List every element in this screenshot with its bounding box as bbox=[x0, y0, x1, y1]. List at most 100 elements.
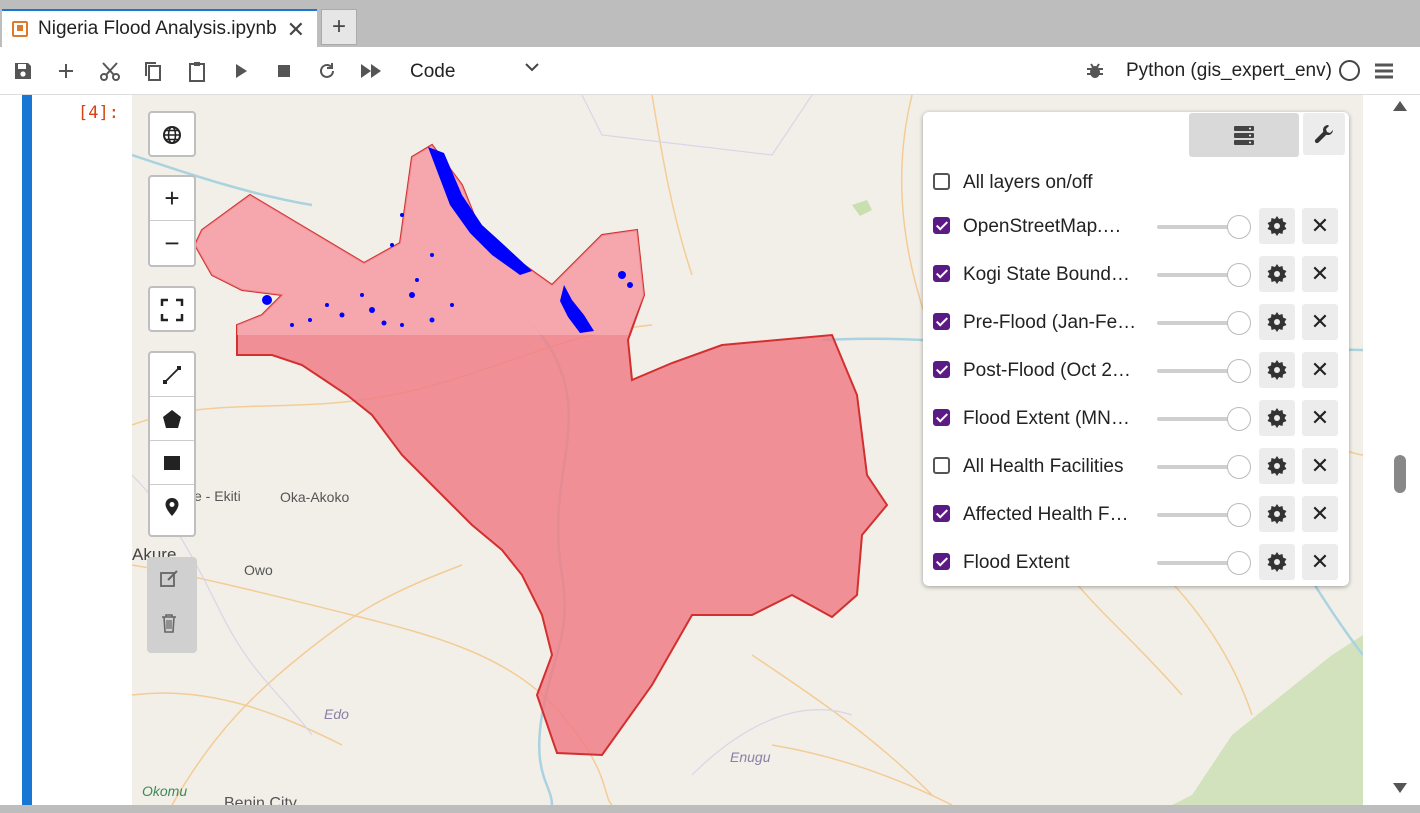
layer-visibility-checkbox[interactable] bbox=[933, 361, 950, 378]
fullscreen-icon[interactable] bbox=[150, 288, 194, 332]
layer-name: Pre-Flood (Jan-Fe… bbox=[963, 312, 1137, 333]
horizontal-scrollbar[interactable] bbox=[0, 805, 1420, 813]
run-all-icon[interactable] bbox=[357, 57, 385, 85]
layer-visibility-checkbox[interactable] bbox=[933, 505, 950, 522]
delete-layers-icon[interactable] bbox=[147, 601, 191, 645]
zoom-in-button[interactable]: + bbox=[150, 177, 194, 221]
layer-settings-button[interactable] bbox=[1259, 448, 1295, 484]
gear-icon bbox=[1267, 264, 1287, 284]
layer-settings-button[interactable] bbox=[1259, 544, 1295, 580]
place-label: Oka-Akoko bbox=[280, 489, 350, 505]
active-cell-indicator bbox=[22, 95, 32, 805]
notebook-tab[interactable]: Nigeria Flood Analysis.ipynb ✕ bbox=[2, 9, 317, 47]
draw-toolbar bbox=[148, 351, 196, 537]
layer-settings-button[interactable] bbox=[1259, 352, 1295, 388]
stop-icon[interactable] bbox=[270, 57, 298, 85]
remove-layer-button[interactable]: ✕ bbox=[1302, 544, 1338, 580]
paste-icon[interactable] bbox=[183, 57, 211, 85]
layer-row: OpenStreetMap.… ✕ bbox=[923, 206, 1349, 246]
layer-name: Kogi State Bound… bbox=[963, 264, 1130, 285]
all-layers-label: All layers on/off bbox=[963, 172, 1093, 193]
cut-icon[interactable] bbox=[96, 57, 124, 85]
server-icon bbox=[1234, 126, 1254, 145]
opacity-slider-handle[interactable] bbox=[1227, 551, 1251, 575]
zoom-out-button[interactable]: − bbox=[150, 221, 194, 265]
layer-visibility-checkbox[interactable] bbox=[933, 313, 950, 330]
layer-visibility-checkbox[interactable] bbox=[933, 265, 950, 282]
remove-layer-button[interactable]: ✕ bbox=[1302, 352, 1338, 388]
layer-settings-button[interactable] bbox=[1259, 496, 1295, 532]
remove-layer-button[interactable]: ✕ bbox=[1302, 448, 1338, 484]
kernel-name[interactable]: Python (gis_expert_env) bbox=[1126, 60, 1332, 82]
place-label: e - Ekiti bbox=[194, 488, 241, 504]
layer-visibility-checkbox[interactable] bbox=[933, 457, 950, 474]
close-tab-icon[interactable]: ✕ bbox=[287, 17, 305, 43]
remove-layer-button[interactable]: ✕ bbox=[1302, 256, 1338, 292]
insert-cell-icon[interactable] bbox=[52, 57, 80, 85]
opacity-slider[interactable] bbox=[1157, 225, 1237, 229]
draw-marker-icon[interactable] bbox=[150, 485, 194, 529]
draw-polygon-icon[interactable] bbox=[150, 397, 194, 441]
globe-icon[interactable] bbox=[150, 113, 194, 157]
remove-layer-button[interactable]: ✕ bbox=[1302, 208, 1338, 244]
remove-layer-button[interactable]: ✕ bbox=[1302, 400, 1338, 436]
opacity-slider[interactable] bbox=[1157, 321, 1237, 325]
remove-layer-button[interactable]: ✕ bbox=[1302, 496, 1338, 532]
opacity-slider[interactable] bbox=[1157, 273, 1237, 277]
tab-bar: Nigeria Flood Analysis.ipynb ✕ + bbox=[0, 0, 1420, 47]
opacity-slider-handle[interactable] bbox=[1227, 311, 1251, 335]
scroll-down-icon[interactable] bbox=[1393, 783, 1407, 793]
all-layers-checkbox[interactable] bbox=[933, 173, 950, 190]
layer-name: All Health Facilities bbox=[963, 456, 1124, 477]
scrollbar-thumb[interactable] bbox=[1394, 455, 1406, 493]
gear-icon bbox=[1267, 504, 1287, 524]
place-label: Benin City bbox=[224, 795, 297, 805]
cell-type-dropdown[interactable]: Code bbox=[410, 59, 540, 85]
vertical-scrollbar[interactable] bbox=[1390, 95, 1410, 805]
fullscreen-control[interactable] bbox=[148, 286, 196, 332]
layer-settings-button[interactable] bbox=[1259, 400, 1295, 436]
debugger-icon[interactable] bbox=[1081, 57, 1109, 85]
opacity-slider[interactable] bbox=[1157, 513, 1237, 517]
basemap-control[interactable] bbox=[148, 111, 196, 157]
opacity-slider-handle[interactable] bbox=[1227, 503, 1251, 527]
opacity-slider-handle[interactable] bbox=[1227, 359, 1251, 383]
opacity-slider[interactable] bbox=[1157, 465, 1237, 469]
gear-icon bbox=[1267, 456, 1287, 476]
kernel-status-icon bbox=[1339, 60, 1360, 81]
layer-visibility-checkbox[interactable] bbox=[933, 217, 950, 234]
layer-settings-button[interactable] bbox=[1259, 256, 1295, 292]
new-tab-button[interactable]: + bbox=[321, 9, 357, 45]
remove-layer-button[interactable]: ✕ bbox=[1302, 304, 1338, 340]
layer-visibility-checkbox[interactable] bbox=[933, 553, 950, 570]
layer-settings-button[interactable] bbox=[1259, 304, 1295, 340]
edit-layers-icon[interactable] bbox=[147, 557, 191, 601]
layer-name: Flood Extent bbox=[963, 552, 1070, 573]
draw-polyline-icon[interactable] bbox=[150, 353, 194, 397]
run-icon[interactable] bbox=[227, 57, 255, 85]
layer-settings-button[interactable] bbox=[1259, 208, 1295, 244]
restart-icon[interactable] bbox=[313, 57, 341, 85]
gear-icon bbox=[1267, 552, 1287, 572]
opacity-slider-handle[interactable] bbox=[1227, 263, 1251, 287]
all-layers-row[interactable]: All layers on/off bbox=[923, 162, 1349, 202]
cell-prompt: [4]: bbox=[78, 103, 119, 123]
layer-row: Post-Flood (Oct 2… ✕ bbox=[923, 350, 1349, 390]
save-icon[interactable] bbox=[9, 57, 37, 85]
opacity-slider[interactable] bbox=[1157, 369, 1237, 373]
opacity-slider-handle[interactable] bbox=[1227, 407, 1251, 431]
opacity-slider-handle[interactable] bbox=[1227, 215, 1251, 239]
opacity-slider[interactable] bbox=[1157, 561, 1237, 565]
opacity-slider-handle[interactable] bbox=[1227, 455, 1251, 479]
draw-rectangle-icon[interactable] bbox=[150, 441, 194, 485]
scroll-up-icon[interactable] bbox=[1393, 101, 1407, 111]
opacity-slider[interactable] bbox=[1157, 417, 1237, 421]
menu-icon[interactable] bbox=[1370, 57, 1398, 85]
cell-type-value: Code bbox=[410, 61, 456, 82]
chevron-down-icon bbox=[524, 59, 540, 80]
copy-icon[interactable] bbox=[139, 57, 167, 85]
tab-title: Nigeria Flood Analysis.ipynb bbox=[38, 18, 277, 39]
wrench-button[interactable] bbox=[1303, 113, 1345, 155]
layers-toggle-button[interactable] bbox=[1189, 113, 1299, 157]
layer-visibility-checkbox[interactable] bbox=[933, 409, 950, 426]
